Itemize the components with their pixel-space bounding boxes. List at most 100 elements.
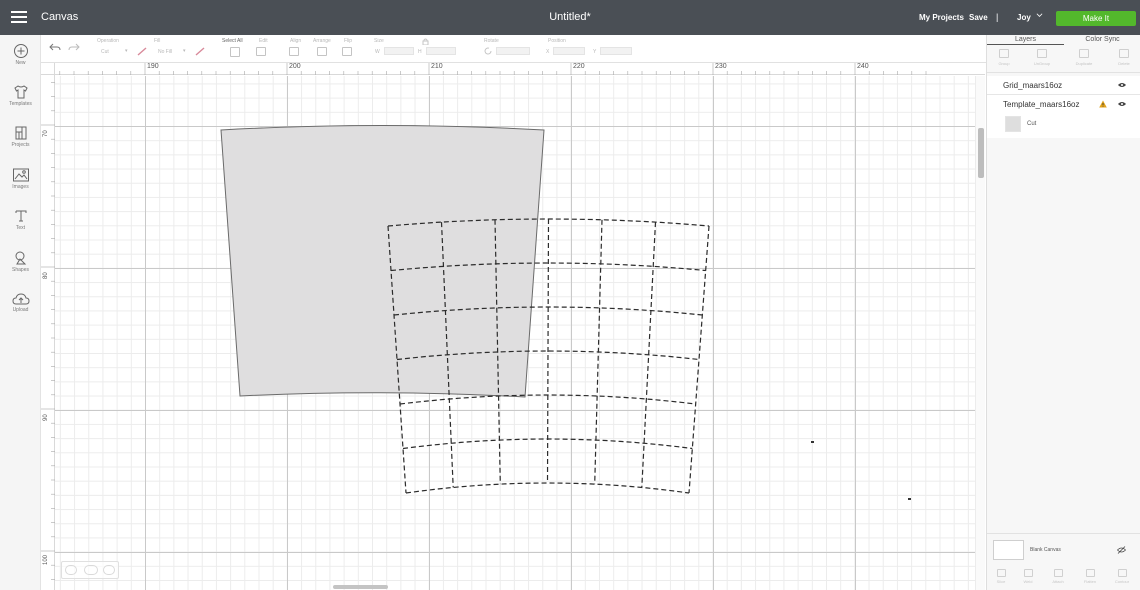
align-icon[interactable] — [289, 47, 299, 56]
operation-select[interactable]: Cut — [101, 49, 109, 55]
ruler-label: 70 — [43, 130, 49, 137]
stray-mark — [908, 498, 911, 500]
size-label: Size — [374, 38, 384, 44]
layer-name: Template_maars16oz — [1003, 100, 1080, 109]
left-sidebar: New Templates Projects Images Text Shape… — [0, 35, 41, 590]
contour-icon — [1117, 569, 1127, 577]
group-button[interactable]: Group — [989, 49, 1019, 66]
vertical-ruler[interactable]: 70 80 90 100 — [41, 75, 55, 590]
arrange-icon[interactable] — [317, 47, 327, 56]
slice-button[interactable]: Slice — [986, 569, 1016, 584]
sub-layer-cut[interactable]: Cut — [987, 113, 1140, 138]
horizontal-scroll-thumb[interactable] — [333, 585, 388, 589]
rotate-field[interactable] — [496, 47, 530, 55]
select-all-icon[interactable] — [230, 47, 240, 57]
zoom-in-button[interactable] — [103, 565, 115, 575]
vertical-scroll-thumb[interactable] — [978, 128, 984, 178]
edit-label: Edit — [259, 38, 268, 44]
fill-pen-icon[interactable] — [195, 47, 205, 56]
ruler-label: 190 — [147, 63, 159, 70]
make-it-button[interactable]: Make It — [1056, 11, 1136, 26]
design-space-window: Canvas Untitled* My Projects Save | Joy … — [0, 0, 1140, 590]
ungroup-icon — [1037, 49, 1047, 58]
text-icon — [15, 210, 26, 222]
sidebar-label-shapes: Shapes — [12, 267, 29, 273]
panel-tabs: Layers Color Sync — [987, 35, 1140, 45]
chevron-down-icon[interactable] — [1036, 12, 1043, 19]
edit-toolbar: Operation Cut ▾ Fill No Fill ▾ Select Al… — [41, 35, 986, 63]
eye-slash-icon[interactable] — [1117, 546, 1126, 554]
pen-icon[interactable] — [137, 47, 147, 56]
size-w-label: W — [375, 49, 380, 55]
layer-name: Grid_maars16oz — [1003, 81, 1063, 90]
stray-mark — [811, 441, 814, 443]
delete-button[interactable]: Delete — [1109, 49, 1139, 66]
document-title[interactable]: Untitled* — [549, 11, 591, 23]
sidebar-item-text[interactable]: Text — [0, 208, 41, 231]
sidebar-label-upload: Upload — [12, 307, 29, 313]
weld-icon — [1023, 569, 1033, 577]
ungroup-button[interactable]: UnGroup — [1027, 49, 1057, 66]
undo-icon[interactable] — [49, 42, 61, 52]
ruler-label: 200 — [289, 63, 301, 70]
fill-label: Fill — [154, 38, 161, 44]
sidebar-item-new[interactable]: New — [0, 43, 41, 66]
flatten-button[interactable]: Flatten — [1075, 569, 1105, 584]
grid-dashed-line — [546, 218, 550, 484]
width-field[interactable] — [384, 47, 414, 55]
position-x-field[interactable] — [553, 47, 585, 55]
zoom-level-button[interactable] — [84, 565, 98, 575]
duplicate-icon — [1079, 49, 1089, 58]
blank-canvas-row[interactable]: Blank Canvas — [987, 533, 1140, 566]
vertical-ruler-ticks — [41, 82, 55, 580]
grid-dashed-line — [688, 225, 710, 494]
select-all-label: Select All — [222, 38, 243, 44]
edit-icon[interactable] — [256, 47, 266, 56]
ruler-label: 240 — [857, 63, 869, 70]
projects-icon — [15, 126, 26, 140]
my-projects-link[interactable]: My Projects — [919, 13, 964, 22]
tab-layers[interactable]: Layers — [987, 35, 1064, 45]
eye-icon[interactable] — [1118, 82, 1126, 88]
sidebar-item-images[interactable]: Images — [0, 167, 41, 190]
vertical-scrollbar[interactable] — [975, 76, 985, 590]
sidebar-label-templates: Templates — [9, 101, 32, 107]
warning-icon[interactable] — [1099, 100, 1107, 108]
operation-chevron-icon[interactable]: ▾ — [125, 48, 128, 54]
height-field[interactable] — [426, 47, 456, 55]
ungroup-label: UnGroup — [1033, 61, 1051, 66]
fill-chevron-icon[interactable]: ▾ — [183, 48, 186, 54]
sidebar-item-upload[interactable]: Upload — [0, 292, 41, 313]
sidebar-label-images: Images — [12, 184, 29, 190]
duplicate-button[interactable]: Duplicate — [1069, 49, 1099, 66]
menu-icon[interactable] — [11, 11, 27, 24]
layer-color-swatch[interactable] — [1005, 116, 1021, 132]
user-name[interactable]: Joy — [1017, 13, 1031, 22]
arrange-label: Arrange — [313, 38, 331, 44]
eye-icon[interactable] — [1118, 101, 1126, 107]
sidebar-item-projects[interactable]: Projects — [0, 125, 41, 148]
layer-row-grid[interactable]: Grid_maars16oz — [987, 76, 1140, 95]
attach-button[interactable]: Attach — [1043, 569, 1073, 584]
blank-canvas-swatch[interactable] — [993, 540, 1024, 560]
sidebar-item-shapes[interactable]: Shapes — [0, 250, 41, 273]
design-canvas[interactable] — [55, 76, 985, 590]
duplicate-label: Duplicate — [1075, 61, 1093, 66]
horizontal-ruler[interactable]: 190 200 210 220 230 240 — [55, 63, 985, 75]
fill-select[interactable]: No Fill — [158, 49, 172, 55]
save-link[interactable]: Save — [969, 13, 988, 22]
weld-button[interactable]: Weld — [1013, 569, 1043, 584]
sidebar-item-templates[interactable]: Templates — [0, 84, 41, 107]
redo-icon[interactable] — [68, 42, 80, 52]
contour-button[interactable]: Contour — [1107, 569, 1137, 584]
ruler-label: 80 — [43, 272, 49, 279]
flip-icon[interactable] — [342, 47, 352, 56]
position-y-field[interactable] — [600, 47, 632, 55]
layer-row-template[interactable]: Template_maars16oz — [987, 95, 1140, 114]
lock-icon[interactable] — [422, 38, 429, 45]
app-header: Canvas Untitled* My Projects Save | Joy … — [0, 0, 1140, 35]
zoom-out-button[interactable] — [65, 565, 77, 575]
tab-color-sync[interactable]: Color Sync — [1064, 35, 1140, 45]
header-separator: | — [996, 12, 999, 22]
image-icon — [12, 168, 29, 182]
